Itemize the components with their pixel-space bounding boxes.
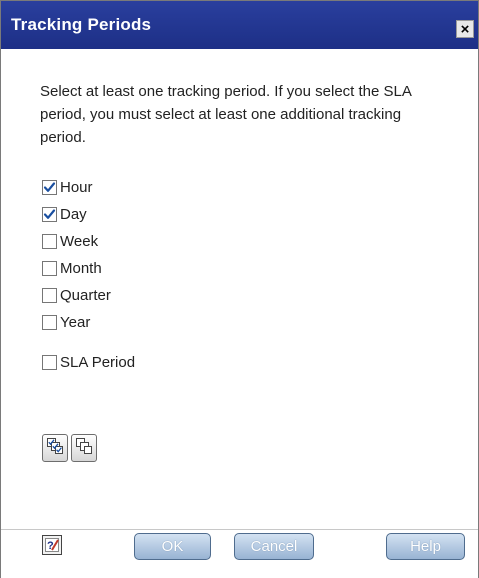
instructions-text: Select at least one tracking period. If … <box>40 83 412 146</box>
title-bar: Tracking Periods × <box>1 1 478 49</box>
checkbox-box[interactable] <box>42 287 57 303</box>
checkbox-label: SLA Period <box>60 353 136 371</box>
clear-all-icon <box>75 437 93 460</box>
checkbox-month[interactable]: Month <box>42 258 102 278</box>
checkbox-box[interactable] <box>42 314 57 330</box>
checkmark-icon <box>43 181 56 194</box>
clear-all-button[interactable] <box>71 434 97 462</box>
cancel-button[interactable]: Cancel <box>234 533 314 560</box>
dialog-content: Select at least one tracking period. If … <box>1 49 478 529</box>
checkbox-label: Hour <box>60 178 93 196</box>
dialog-title: Tracking Periods <box>11 15 152 34</box>
checkbox-label: Quarter <box>60 286 111 304</box>
ok-label: OK <box>161 538 184 555</box>
checkbox-box[interactable] <box>42 260 57 276</box>
context-help-icon: ? <box>41 534 63 561</box>
tracking-periods-dialog: Tracking Periods × Select at least one t… <box>0 0 479 578</box>
context-help-button[interactable]: ? <box>40 534 64 561</box>
checkbox-label: Week <box>60 232 99 250</box>
help-button[interactable]: Help <box>386 533 465 560</box>
checkbox-box[interactable] <box>42 233 57 249</box>
checkbox-sla-period[interactable]: SLA Period <box>42 352 135 372</box>
select-all-icon <box>46 437 64 460</box>
checkbox-hour[interactable]: Hour <box>42 177 93 197</box>
checkmark-icon <box>43 208 56 221</box>
checkbox-box[interactable] <box>42 354 57 370</box>
checkbox-box[interactable] <box>42 206 57 222</box>
checkbox-week[interactable]: Week <box>42 231 98 251</box>
checkbox-year[interactable]: Year <box>42 312 90 332</box>
ok-button[interactable]: OK <box>134 533 211 560</box>
close-button[interactable]: × <box>456 20 474 38</box>
select-all-button[interactable] <box>42 434 68 462</box>
checkbox-day[interactable]: Day <box>42 204 87 224</box>
close-icon: × <box>460 20 470 38</box>
checkbox-label: Month <box>60 259 102 277</box>
cancel-label: Cancel <box>250 538 298 555</box>
checkbox-label: Year <box>60 313 91 331</box>
help-label: Help <box>410 538 441 555</box>
checkbox-quarter[interactable]: Quarter <box>42 285 111 305</box>
checkbox-label: Day <box>60 205 87 223</box>
checkbox-box[interactable] <box>42 179 57 195</box>
